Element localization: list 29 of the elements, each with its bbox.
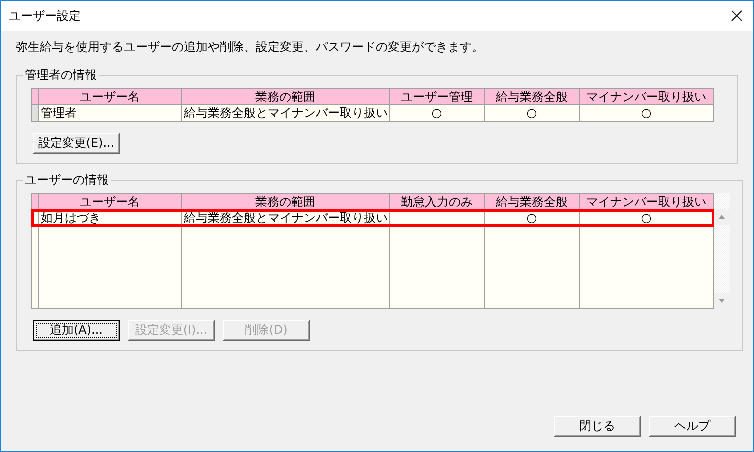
table-cell: 如月はづき: [38, 210, 182, 226]
group-title: 管理者の情報: [24, 67, 98, 84]
column-header: ユーザー名: [38, 88, 182, 104]
table-cell: 管理者: [38, 104, 182, 122]
column-header: マイナンバー取り扱い: [580, 194, 714, 210]
column-header: 給与業務全般: [484, 88, 580, 104]
dialog-button[interactable]: 閉じる: [554, 416, 641, 437]
column-header: ユーザー管理: [390, 88, 484, 104]
table-cell: 給与業務全般とマイナンバー取り扱い: [182, 104, 390, 122]
description-text: 弥生給与を使用するユーザーの追加や削除、設定変更、パスワードの変更ができます。: [16, 39, 485, 55]
close-icon[interactable]: [731, 10, 743, 22]
column-header: 給与業務全般: [484, 194, 580, 210]
dialog-button[interactable]: 追加(A)...: [33, 320, 120, 341]
table-cell: ○: [580, 104, 714, 122]
settings-button[interactable]: 設定変更(E)...: [33, 133, 120, 154]
column-header: 業務の範囲: [182, 194, 390, 210]
dialog-button[interactable]: ヘルプ: [649, 416, 736, 437]
column-header: ユーザー名: [38, 194, 182, 210]
group-title: ユーザーの情報: [24, 172, 110, 189]
table-cell: ○: [484, 210, 580, 226]
table-cell: 給与業務全般とマイナンバー取り扱い: [182, 210, 390, 226]
scrollbar[interactable]: [714, 193, 730, 309]
table-cell: ○: [484, 104, 580, 122]
table-cell: ○: [390, 104, 484, 122]
column-header: 業務の範囲: [182, 88, 390, 104]
column-header: 勤怠入力のみ: [390, 194, 484, 210]
window-title: ユーザー設定: [9, 8, 81, 24]
column-header: マイナンバー取り扱い: [580, 88, 714, 104]
scroll-up-icon[interactable]: [714, 209, 730, 225]
